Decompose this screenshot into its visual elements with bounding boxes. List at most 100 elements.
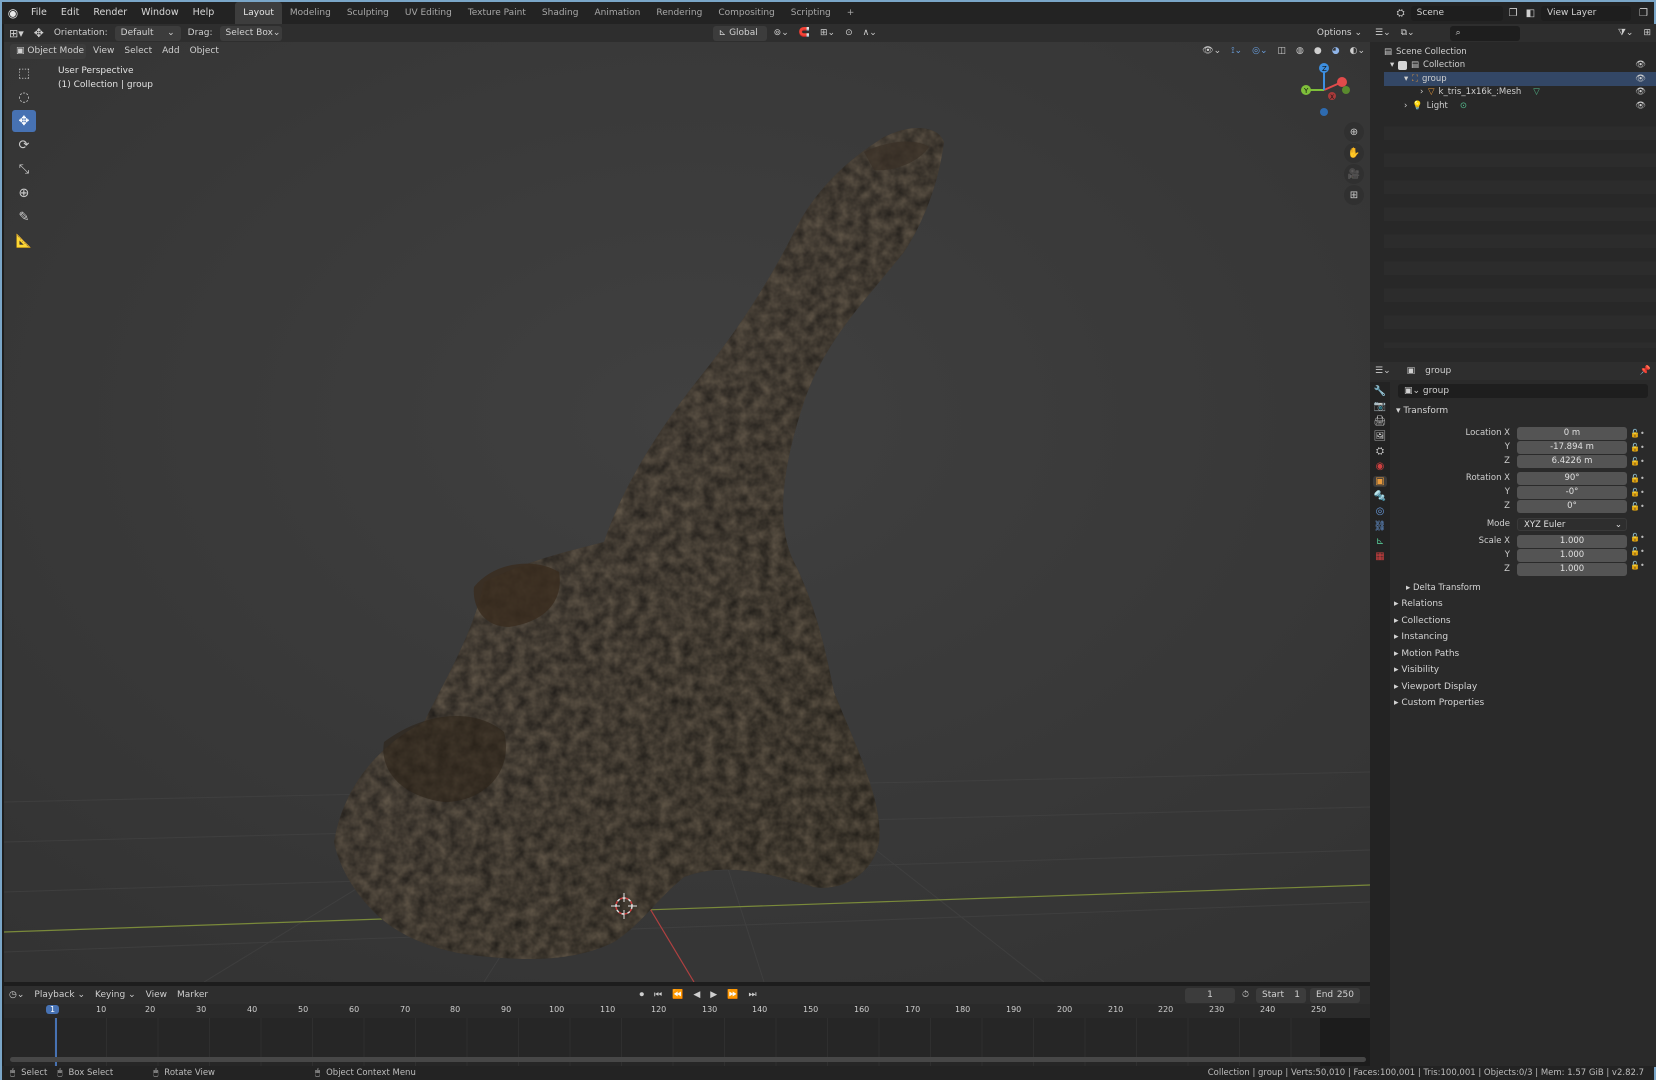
blender-logo-icon[interactable]: ◉ <box>2 6 24 20</box>
menu-marker[interactable]: Marker <box>172 990 213 1000</box>
transform-orientation-dropdown[interactable]: ⊾ Global <box>712 25 767 41</box>
rotation-mode-dropdown[interactable]: XYZ Euler ⌄ <box>1517 518 1627 531</box>
lock-icon[interactable]: 🔓• <box>1630 559 1654 573</box>
end-frame-field[interactable]: End 250 <box>1310 987 1361 1003</box>
menu-edit[interactable]: Edit <box>54 2 86 24</box>
play-icon[interactable]: ▶ <box>705 990 722 1000</box>
menu-view[interactable]: View <box>88 46 119 56</box>
visibility-eye-icon[interactable]: 👁 <box>1635 74 1646 84</box>
panel-instancing[interactable]: ▸ Instancing <box>1394 632 1448 642</box>
menu-file[interactable]: File <box>24 2 54 24</box>
panel-visibility[interactable]: ▸ Visibility <box>1394 665 1439 675</box>
display-mode-icon[interactable]: ⧉⌄ <box>1396 28 1420 38</box>
camera-view-icon[interactable]: 🎥 <box>1344 164 1364 184</box>
tool-tab-icon[interactable]: 🔧 <box>1374 386 1386 397</box>
outliner-row-mesh[interactable]: › ▽ k_tris_1x16k_:Mesh ▽ 👁 <box>1384 86 1656 100</box>
select-box-tool-icon[interactable]: ⬚ <box>12 62 36 84</box>
menu-playback[interactable]: Playback ⌄ <box>29 990 90 1000</box>
prev-keyframe-icon[interactable]: ⏪ <box>667 990 688 1000</box>
move-tool-button-icon[interactable]: ✥ <box>12 110 36 132</box>
lock-icon[interactable]: 🔓• <box>1630 486 1654 500</box>
light-data-icon[interactable]: ⊙ <box>1460 101 1467 111</box>
outliner-row-collection[interactable]: ▾ ▤ Collection 👁 <box>1384 59 1656 73</box>
panel-motion-paths[interactable]: ▸ Motion Paths <box>1394 649 1459 659</box>
delta-transform-header[interactable]: ▸ Delta Transform <box>1406 583 1481 593</box>
timeline-scrollbar[interactable] <box>10 1057 1366 1062</box>
wireframe-shading-icon[interactable]: ◍ <box>1291 46 1309 56</box>
tab-uv-editing[interactable]: UV Editing <box>397 2 460 24</box>
options-dropdown[interactable]: Options ⌄ <box>1310 25 1368 41</box>
object-data-tab-icon[interactable]: ⊾ <box>1376 536 1384 547</box>
next-keyframe-icon[interactable]: ⏩ <box>722 990 743 1000</box>
lock-icon[interactable]: 🔓• <box>1630 455 1654 469</box>
record-icon[interactable]: ⏺ <box>635 990 650 1000</box>
rendered-shading-icon[interactable]: ◐⌄ <box>1345 46 1370 56</box>
physics-tab-icon[interactable]: ◎ <box>1376 506 1385 517</box>
object-name-field[interactable]: ▣⌄ group <box>1398 384 1648 398</box>
rotation-x-field[interactable]: 90° <box>1517 472 1627 485</box>
outliner-row-scene-collection[interactable]: ▤ Scene Collection <box>1384 45 1656 59</box>
mesh-data-icon[interactable]: ▽ <box>1533 87 1540 97</box>
outliner-row-group[interactable]: ▾ ⛶ group 👁 <box>1384 72 1656 86</box>
preview-range-icon[interactable]: ⏱ <box>1237 990 1254 1000</box>
menu-select[interactable]: Select <box>119 46 157 56</box>
rotation-y-field[interactable]: -0° <box>1517 486 1627 499</box>
panel-viewport-display[interactable]: ▸ Viewport Display <box>1394 682 1477 692</box>
lock-icon[interactable]: 🔓• <box>1630 545 1654 559</box>
visibility-eye-icon[interactable]: 👁 <box>1635 87 1646 97</box>
gizmo-toggle-icon[interactable]: ⟟⌄ <box>1226 46 1247 56</box>
pivot-point-icon[interactable]: ⊚⌄ <box>769 28 794 38</box>
outliner-editor-icon[interactable]: ☰⌄ <box>1370 28 1396 38</box>
rotate-tool-icon[interactable]: ⟳ <box>12 134 36 156</box>
new-view-layer-icon[interactable]: ❐ <box>1633 8 1654 19</box>
rotation-z-field[interactable]: 0° <box>1517 500 1627 513</box>
ortho-toggle-icon[interactable]: ⊞ <box>1344 185 1364 205</box>
outliner-search-input[interactable]: ⌕ <box>1449 25 1520 41</box>
snap-icon[interactable]: 🧲 <box>794 28 815 38</box>
tab-sculpting[interactable]: Sculpting <box>339 2 397 24</box>
mode-dropdown[interactable]: ▣ Object Mode <box>10 43 86 59</box>
tab-modeling[interactable]: Modeling <box>282 2 339 24</box>
solid-shading-icon[interactable]: ● <box>1309 46 1327 56</box>
annotate-tool-icon[interactable]: ✎ <box>12 206 36 228</box>
overlay-toggle-icon[interactable]: ◎⌄ <box>1247 46 1272 56</box>
jump-start-icon[interactable]: ⏮ <box>649 990 667 1000</box>
scene-tab-icon[interactable]: ⛭ <box>1376 446 1384 457</box>
play-reverse-icon[interactable]: ◀ <box>688 990 705 1000</box>
menu-render[interactable]: Render <box>86 2 134 24</box>
move-tool-icon[interactable]: ✥ <box>29 26 49 40</box>
playhead-frame-badge[interactable]: 1 <box>46 1005 60 1014</box>
constraints-tab-icon[interactable]: ⛓ <box>1374 521 1387 532</box>
tab-layout[interactable]: Layout <box>235 2 282 24</box>
add-workspace-button[interactable]: + <box>839 2 863 24</box>
cursor-tool-icon[interactable]: ◌ <box>12 86 36 108</box>
editor-type-icon[interactable]: ⊞▾ <box>4 27 29 40</box>
lock-icon[interactable]: 🔓• <box>1630 472 1654 486</box>
scene-selector[interactable]: Scene <box>1410 5 1503 21</box>
location-x-field[interactable]: 0 m <box>1517 427 1627 440</box>
modifier-tab-icon[interactable]: 🔩 <box>1374 491 1386 502</box>
tab-compositing[interactable]: Compositing <box>710 2 782 24</box>
location-y-field[interactable]: -17.894 m <box>1517 441 1627 454</box>
visibility-eye-icon[interactable]: 👁 <box>1635 60 1646 70</box>
pan-hand-icon[interactable]: ✋ <box>1344 143 1364 163</box>
location-z-field[interactable]: 6.4226 m <box>1517 455 1627 468</box>
filter-icon[interactable]: ⧩⌄ <box>1613 28 1639 38</box>
start-frame-field[interactable]: Start 1 <box>1256 987 1307 1003</box>
scale-z-field[interactable]: 1.000 <box>1517 563 1627 576</box>
tab-animation[interactable]: Animation <box>586 2 648 24</box>
material-shading-icon[interactable]: ◕ <box>1327 46 1345 56</box>
lock-icon[interactable]: 🔓• <box>1630 500 1654 514</box>
properties-editor-icon[interactable]: ☰⌄ <box>1370 366 1396 376</box>
output-tab-icon[interactable]: 🖨 <box>1374 416 1387 427</box>
transform-tool-icon[interactable]: ⊕ <box>12 182 36 204</box>
view-layer-tab-icon[interactable]: 🖼 <box>1374 431 1387 442</box>
navigation-gizmo[interactable]: Y X Z <box>1294 60 1354 120</box>
tab-rendering[interactable]: Rendering <box>648 2 710 24</box>
lock-icon[interactable]: 🔓• <box>1630 531 1654 545</box>
scale-x-field[interactable]: 1.000 <box>1517 535 1627 548</box>
panel-relations[interactable]: ▸ Relations <box>1394 599 1443 609</box>
menu-add[interactable]: Add <box>157 46 184 56</box>
view-layer-selector[interactable]: View Layer <box>1541 5 1632 21</box>
orientation-dropdown[interactable]: Default ⌄ <box>114 25 181 41</box>
